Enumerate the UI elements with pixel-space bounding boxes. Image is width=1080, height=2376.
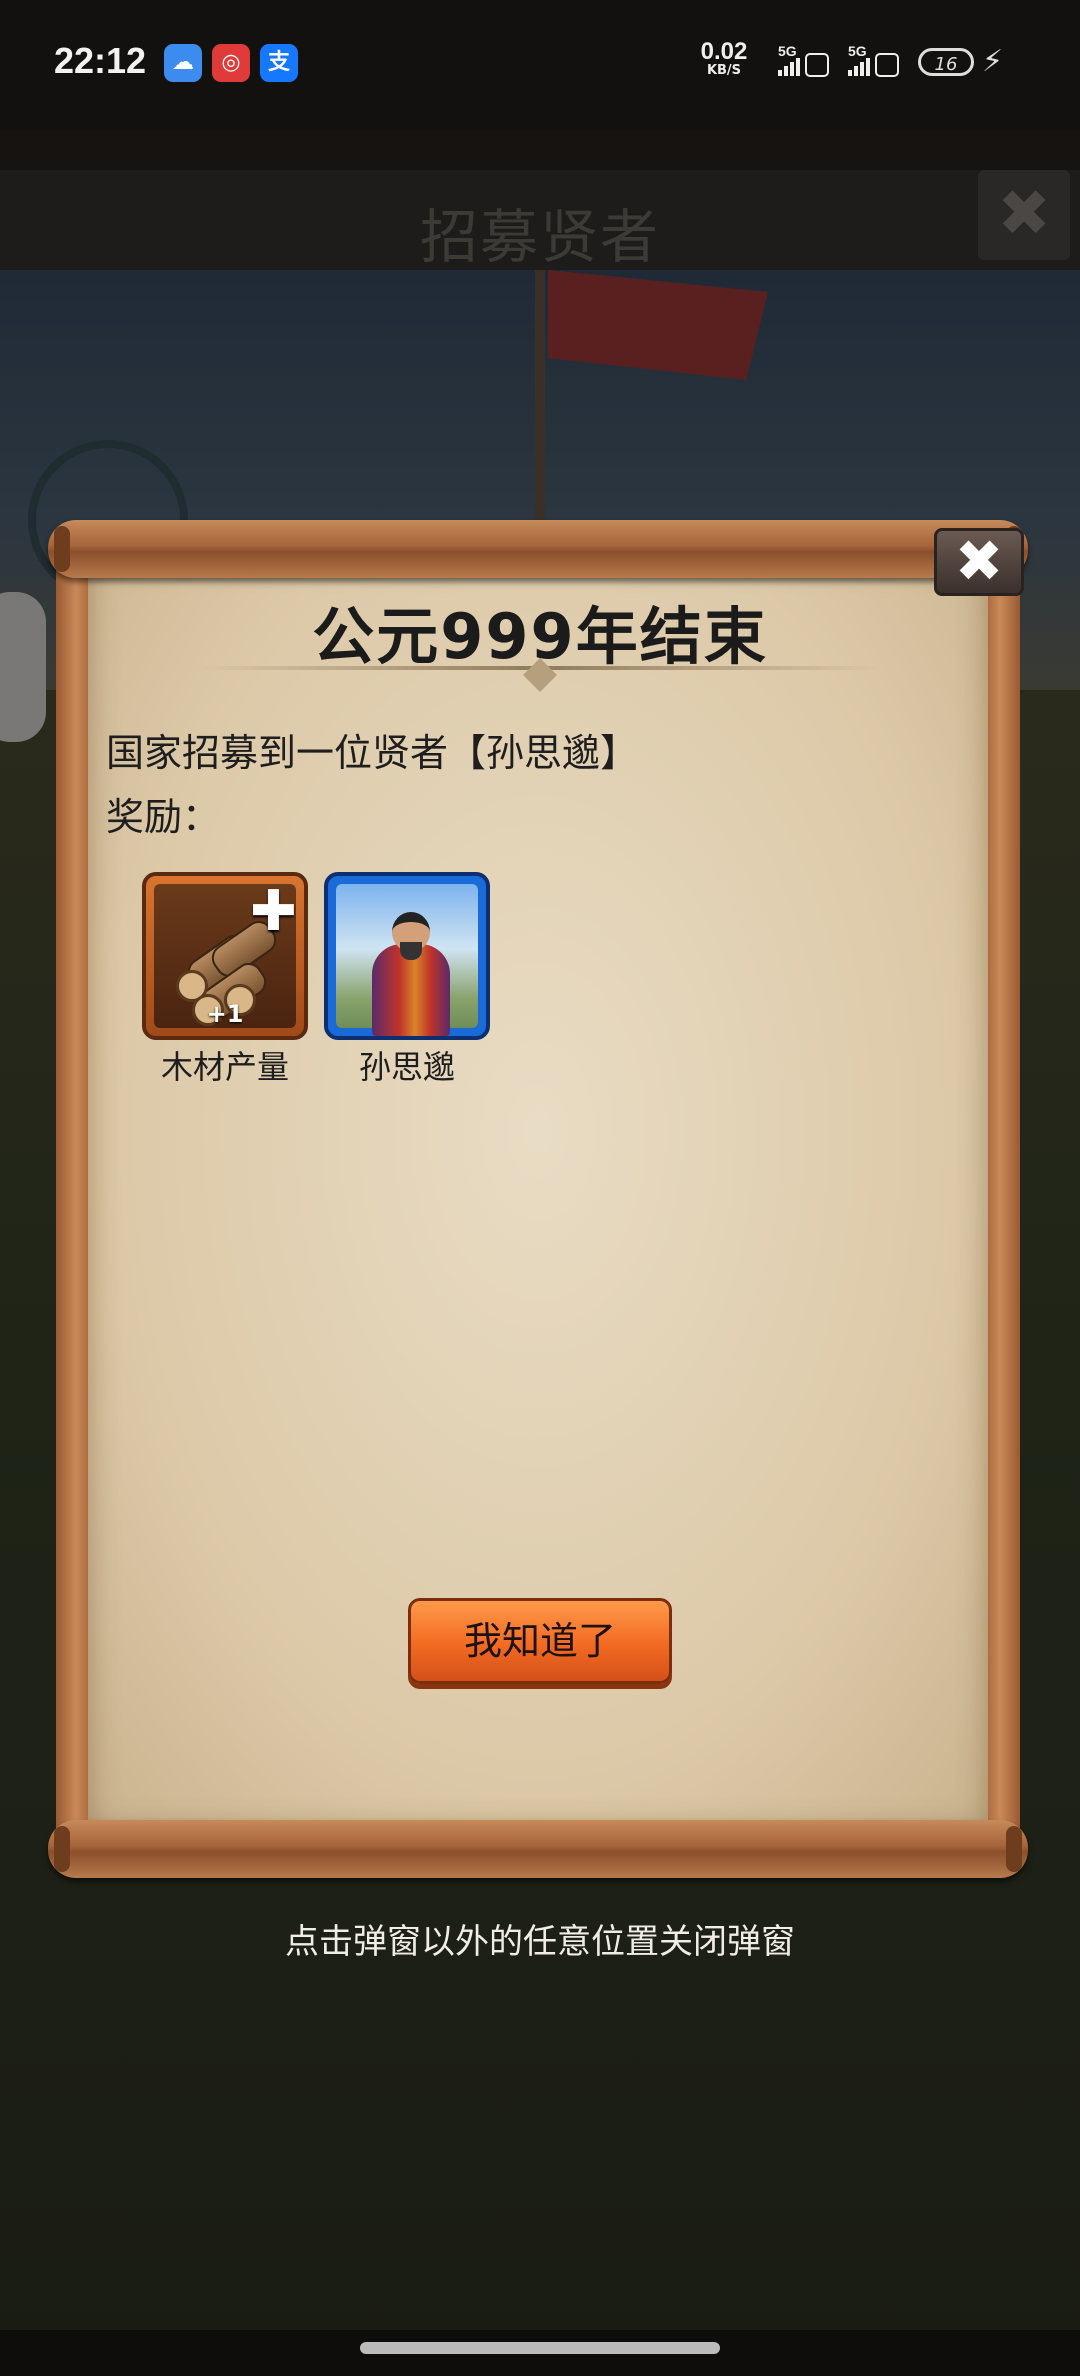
- network-speed-unit: KB/S: [706, 63, 742, 78]
- status-bar: 22:12 ☁ ◎ 支 0.02 KB/S 5G 5G 16 ⚡: [0, 0, 1080, 130]
- alipay-app-icon: 支: [260, 44, 298, 82]
- home-gesture-handle[interactable]: [360, 2342, 720, 2354]
- close-icon: ✖: [954, 527, 1004, 595]
- scroll-rod-top: [48, 520, 1028, 578]
- weather-app-icon: ☁: [164, 44, 202, 82]
- confirm-button[interactable]: 我知道了: [408, 1598, 672, 1684]
- hero-portrait-icon: [336, 884, 478, 1036]
- signal-label: 5G: [778, 43, 797, 59]
- background-title: 招募贤者: [419, 203, 660, 271]
- network-speed: 0.02 KB/S: [694, 38, 754, 78]
- battery-icon: 16: [918, 48, 974, 76]
- charging-icon: ⚡: [982, 44, 1004, 79]
- background-close-icon: ✖: [978, 170, 1070, 260]
- signal-strength-icon: 5G: [848, 43, 899, 77]
- reward-item-hero[interactable]: [324, 872, 490, 1040]
- recruit-message: 国家招募到一位贤者【孙思邈】: [106, 731, 639, 775]
- reward-item-wood[interactable]: ✚ +1: [142, 872, 308, 1040]
- signal-label: 5G: [848, 43, 867, 59]
- close-hint: 点击弹窗以外的任意位置关闭弹窗: [285, 1922, 795, 1962]
- status-time: 22:12: [54, 40, 147, 81]
- netease-music-app-icon: ◎: [212, 44, 250, 82]
- scroll-rod-bottom: [48, 1820, 1028, 1878]
- reward-name-hero: 孙思邈: [358, 1048, 455, 1086]
- reward-name-wood: 木材产量: [160, 1048, 289, 1086]
- signal-strength-icon: 5G: [778, 43, 829, 77]
- reward-label: 奖励：: [106, 795, 221, 839]
- reward-badge: +1: [206, 1000, 244, 1028]
- plus-icon: ✚: [250, 879, 297, 944]
- network-speed-value: 0.02: [700, 38, 748, 65]
